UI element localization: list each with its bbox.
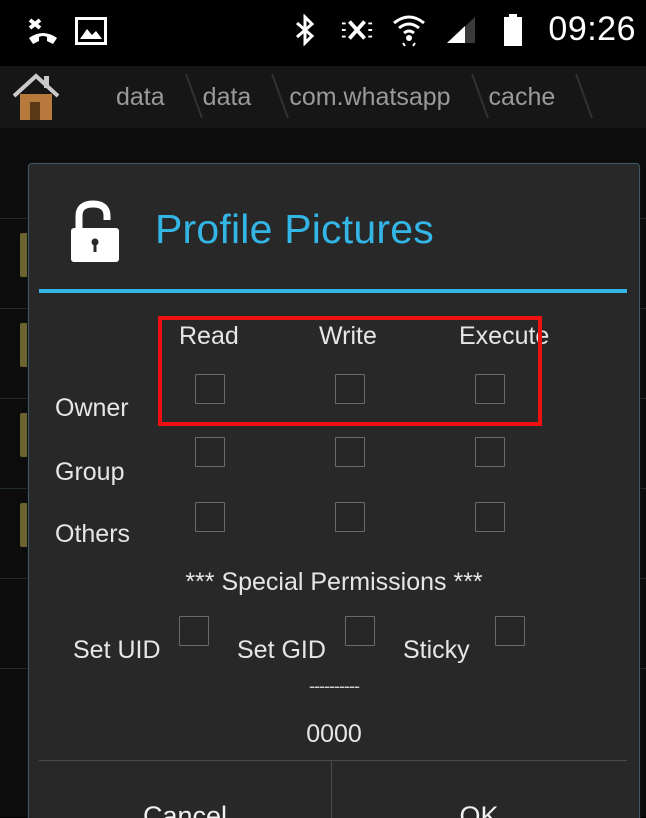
row-owner: Owner: [55, 394, 129, 422]
ok-button[interactable]: OK: [333, 761, 625, 818]
special-permissions-heading: *** Special Permissions ***: [185, 568, 483, 596]
dialog-header: Profile Pictures: [29, 164, 639, 293]
bluetooth-icon: [288, 13, 322, 47]
title-divider: [39, 289, 627, 293]
breadcrumb: data data com.whatsapp cache: [0, 66, 646, 129]
set-gid-checkbox[interactable]: [345, 616, 375, 646]
symbolic-permissions: ----------: [309, 676, 360, 696]
others-write-checkbox[interactable]: [335, 502, 365, 532]
signal-icon: [444, 13, 478, 47]
sticky-checkbox[interactable]: [495, 616, 525, 646]
row-others: Others: [55, 520, 131, 548]
wifi-icon: [392, 13, 426, 47]
cancel-button-label: Cancel: [142, 801, 228, 818]
cancel-button[interactable]: Cancel: [39, 761, 331, 818]
missed-call-icon: [26, 14, 60, 48]
clock: 09:26: [548, 10, 636, 48]
breadcrumb-item-cache[interactable]: cache: [473, 66, 578, 128]
battery-icon: [496, 13, 530, 47]
others-execute-checkbox[interactable]: [475, 502, 505, 532]
dialog-title: Profile Pictures: [155, 206, 434, 252]
set-uid-checkbox[interactable]: [179, 616, 209, 646]
breadcrumb-item-data-2[interactable]: data: [187, 66, 274, 128]
sticky-label: Sticky: [403, 636, 470, 664]
group-execute-checkbox[interactable]: [475, 437, 505, 467]
image-icon: [74, 14, 108, 48]
octal-permissions: 0000: [306, 720, 362, 748]
row-group: Group: [55, 458, 125, 486]
mute-icon: [340, 13, 374, 47]
others-read-checkbox[interactable]: [195, 502, 225, 532]
breadcrumb-item-data-1[interactable]: data: [100, 66, 187, 128]
home-icon[interactable]: [10, 72, 66, 122]
set-gid-label: Set GID: [237, 636, 326, 664]
group-write-checkbox[interactable]: [335, 437, 365, 467]
ok-button-label: OK: [459, 801, 499, 818]
permissions-dialog: Profile Pictures Read Write Execute Owne…: [28, 163, 640, 818]
status-bar: 09:26: [0, 0, 646, 66]
breadcrumb-item-whatsapp[interactable]: com.whatsapp: [273, 66, 472, 128]
highlight-box: [158, 316, 542, 426]
unlock-icon: [65, 200, 125, 264]
group-read-checkbox[interactable]: [195, 437, 225, 467]
set-uid-label: Set UID: [73, 636, 161, 664]
button-divider: [331, 760, 332, 818]
